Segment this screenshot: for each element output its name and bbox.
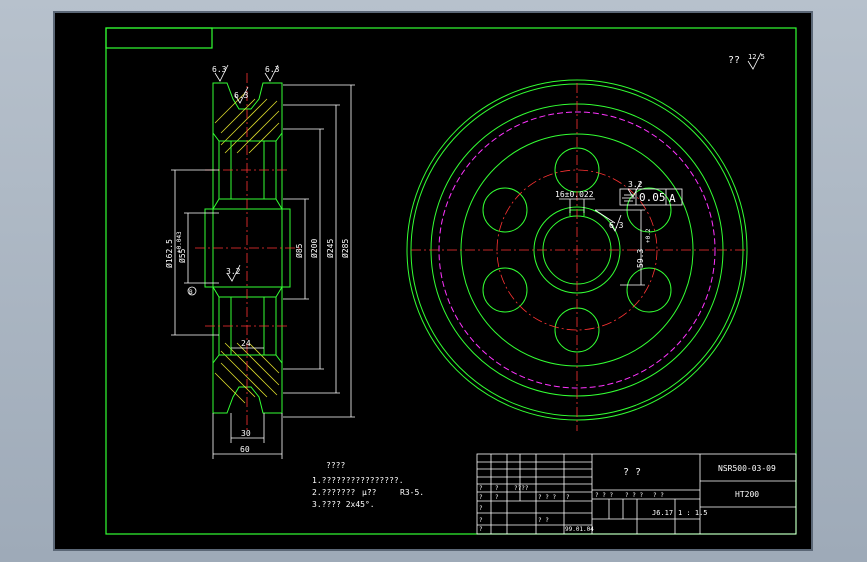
tb-cell-10: ? <box>479 505 483 512</box>
notes-line-2: 2.??????? <box>312 488 356 497</box>
tb-cell-1: ? <box>495 485 499 492</box>
tolerance-datum: A <box>669 192 676 205</box>
notes-line-2-radius: R3-5. <box>400 488 424 497</box>
dim-dia-285: Ø285 <box>340 239 350 258</box>
tb-cell-6: ? <box>566 494 570 501</box>
dim-dia-245: Ø245 <box>325 239 335 258</box>
drawing-title: ? ? <box>623 467 641 478</box>
notes-line-1: 1.????????????????. <box>312 476 404 485</box>
dim-width-60: 60 <box>240 445 250 454</box>
material: HT200 <box>735 490 759 499</box>
notes-line-2-symbol: μ̃?? <box>362 488 377 497</box>
tolerance-value: 0.05 <box>639 191 666 204</box>
dim-width-30: 30 <box>241 429 251 438</box>
scale-code: J6.17 <box>652 509 673 517</box>
roughness-rest-value: 12.5 <box>748 53 765 61</box>
datum-b-label: B <box>189 289 193 296</box>
dim-keyway-width: 16±0.022 <box>555 190 594 199</box>
roughness-rest-label: ?? <box>728 55 740 66</box>
roughness-label-left: 6.3 <box>212 65 227 74</box>
tb-cell-4: ? <box>495 494 499 501</box>
cad-drawing: 6.3 6.3 6.3 3.2 B 24 30 60 Ø285 Ø245 Ø20… <box>105 27 797 535</box>
tb-cell-12: ? ? <box>538 517 549 524</box>
front-view <box>406 79 748 431</box>
technical-notes: ???? 1.????????????????. 2.??????? μ̃?? … <box>312 461 424 509</box>
roughness-label-right: 6.3 <box>265 65 280 74</box>
drawing-sheet: 6.3 6.3 6.3 3.2 B 24 30 60 Ø285 Ø245 Ø20… <box>55 13 811 549</box>
tb-cell-2: ???? <box>514 485 529 492</box>
tb-cell-0: ? <box>479 485 483 492</box>
dim-dia-55-tol: +0.043 <box>176 231 183 253</box>
dim-groove-24: 24 <box>241 339 251 348</box>
roughness-label-groove: 6.3 <box>234 91 249 100</box>
roughness-keyway: 3.2 <box>628 180 643 189</box>
roughness-keyway-side: 6.3 <box>609 221 624 230</box>
dim-keyway-depth: 59.3 <box>636 249 645 268</box>
tb-cell-13: ? <box>479 526 483 533</box>
section-view <box>171 64 355 459</box>
notes-heading: ???? <box>326 461 345 470</box>
part-number: NSR500-03-09 <box>718 464 776 473</box>
tb-cell-3: ? <box>479 494 483 501</box>
dim-keyway-depth-tol: +0.2 <box>645 228 652 243</box>
tb-cell-11: ? <box>479 517 483 524</box>
tb-cell-5: ? ? ? <box>538 494 556 501</box>
dim-dia-200: Ø200 <box>309 239 319 258</box>
tb-cell-9: ? ? <box>653 492 664 499</box>
notes-line-3: 3.???? 2x45°. <box>312 500 375 509</box>
drawing-frame <box>105 27 797 535</box>
dim-dia-85: Ø85 <box>294 243 304 258</box>
tb-cell-7: ? ? ? <box>595 492 613 499</box>
scale-ratio: 1 : 1.5 <box>678 509 708 517</box>
roughness-label-bore: 3.2 <box>226 267 241 276</box>
date-cell: 99.01.04 <box>565 526 594 533</box>
dim-dia-162: Ø162.5 <box>164 239 174 268</box>
tb-cell-8: ? ? ? <box>625 492 643 499</box>
